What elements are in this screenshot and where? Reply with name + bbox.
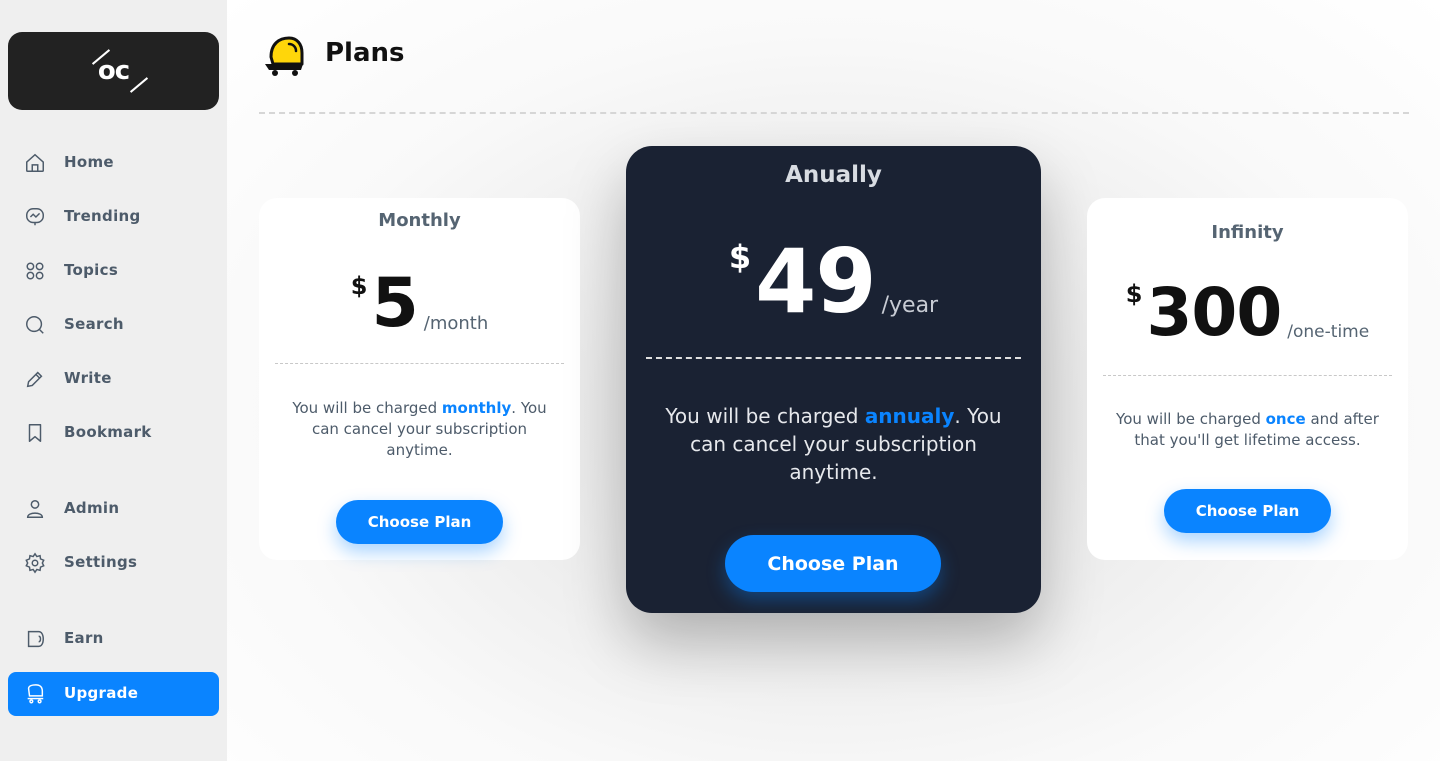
choose-plan-button[interactable]: Choose Plan [1164,489,1331,533]
cart-icon [24,683,46,705]
sidebar-item-label: Search [64,315,124,333]
price-row: $ 5 /month [259,270,580,338]
user-icon [24,498,46,520]
sidebar-item-home[interactable]: Home [8,141,219,185]
shopping-cart-icon [265,36,304,76]
sidebar-item-label: Trending [64,207,141,225]
price-amount: 300 [1146,274,1283,351]
bookmark-icon [24,422,46,444]
currency-symbol: $ [1125,280,1143,308]
pencil-icon [24,368,46,390]
plan-title: Anually [785,162,882,188]
price-row: $ 49 /year [626,238,1041,326]
search-icon [24,314,46,336]
wallet-icon [24,628,46,650]
plan-title: Infinity [1211,222,1284,243]
plan-description: You will be charged once and after that … [1116,410,1379,449]
sidebar-item-label: Write [64,369,112,387]
sidebar-item-upgrade[interactable]: Upgrade [8,672,219,716]
currency-symbol: $ [350,272,368,300]
price-period: /one-time [1287,322,1370,342]
sidebar: oc Home Trending Topics Search Write Boo… [0,0,227,761]
sidebar-item-topics[interactable]: Topics [8,249,219,293]
divider [259,112,1409,114]
plan-card-monthly: Monthly $ 5 /month You will be charged m… [259,198,580,560]
desc-highlight: once [1265,410,1306,428]
main-content: Plans Monthly $ 5 /month You will be cha… [227,0,1440,761]
sidebar-item-label: Home [64,153,114,171]
logo-stroke-icon [129,77,148,93]
plan-description: You will be charged annualy. You can can… [665,404,1002,484]
sidebar-item-admin[interactable]: Admin [8,487,219,531]
price-row: $ 300 /one-time [1087,280,1408,346]
choose-plan-button[interactable]: Choose Plan [725,535,941,592]
price-period: /month [423,313,489,334]
card-divider [1103,375,1392,376]
logo[interactable]: oc [8,32,219,110]
sidebar-item-trending[interactable]: Trending [8,195,219,239]
home-icon [24,152,46,174]
page-title: Plans [325,38,405,68]
sidebar-item-write[interactable]: Write [8,357,219,401]
price-amount: 5 [371,264,418,343]
price-amount: 49 [755,230,876,333]
sidebar-item-label: Settings [64,553,138,571]
plan-card-infinity: Infinity $ 300 /one-time You will be cha… [1087,198,1408,560]
sidebar-item-earn[interactable]: Earn [8,617,219,661]
desc-highlight: annualy [864,404,955,428]
sidebar-item-settings[interactable]: Settings [8,541,219,585]
sidebar-item-search[interactable]: Search [8,303,219,347]
grid-icon [24,260,46,282]
choose-plan-button[interactable]: Choose Plan [336,500,503,544]
card-divider [275,363,564,364]
sidebar-item-label: Upgrade [64,684,139,702]
plan-description: You will be charged monthly. You can can… [292,399,547,459]
sidebar-item-label: Admin [64,499,120,517]
sidebar-item-label: Bookmark [64,423,152,441]
sidebar-item-label: Earn [64,629,104,647]
sidebar-item-label: Topics [64,261,119,279]
desc-highlight: monthly [441,399,512,417]
plan-card-annual: Anually $ 49 /year You will be charged a… [626,146,1041,613]
sidebar-item-bookmark[interactable]: Bookmark [8,411,219,455]
logo-text: oc [97,56,130,86]
card-divider [646,357,1021,359]
gear-icon [24,552,46,574]
price-period: /year [881,293,939,318]
currency-symbol: $ [728,238,752,276]
trending-icon [24,206,46,228]
plan-title: Monthly [378,210,461,231]
